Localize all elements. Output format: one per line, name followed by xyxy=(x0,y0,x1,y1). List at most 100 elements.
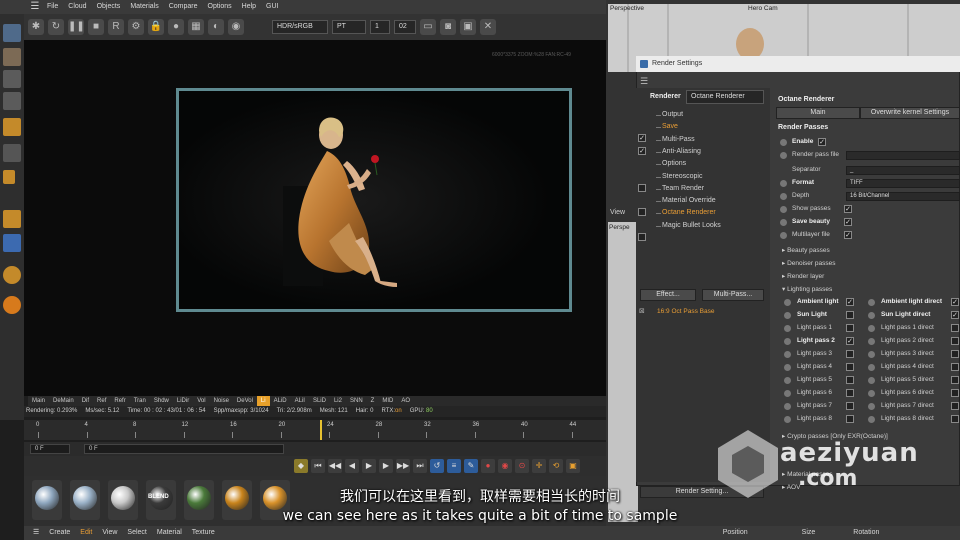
option-dot[interactable] xyxy=(780,219,787,226)
option-checkbox[interactable]: ✓ xyxy=(844,205,852,213)
prev-frame-icon[interactable]: ◀ xyxy=(345,459,359,473)
pass-dot[interactable] xyxy=(784,390,791,397)
tree-item[interactable]: Team Render xyxy=(662,185,704,192)
clay-icon[interactable]: ◉ xyxy=(228,19,244,35)
snap-tool-icon[interactable] xyxy=(3,234,21,252)
sphere-icon[interactable]: ● xyxy=(168,19,184,35)
pass-dot[interactable] xyxy=(868,377,875,384)
pass-dot[interactable] xyxy=(784,312,791,319)
pass-tab[interactable]: Shdw xyxy=(150,396,173,406)
axis-tool-icon[interactable] xyxy=(3,170,15,184)
next-frame-icon[interactable]: ▶ xyxy=(379,459,393,473)
save-image-icon[interactable]: ▭ xyxy=(420,19,436,35)
lighting-pass-direct-checkbox[interactable] xyxy=(951,350,959,358)
lighting-pass-checkbox[interactable]: ✓ xyxy=(846,337,854,345)
pass-tab[interactable]: Dif xyxy=(78,396,93,406)
pass-tab[interactable]: Noise xyxy=(210,396,233,406)
camera-icon[interactable]: ◙ xyxy=(440,19,456,35)
next-key-icon[interactable]: ▶▶ xyxy=(396,459,410,473)
render-settings-icon[interactable]: ✱ xyxy=(28,19,44,35)
pass-tab[interactable]: Refr xyxy=(110,396,129,406)
pass-tab[interactable]: Tran xyxy=(130,396,150,406)
tab-overwrite-kernel[interactable]: Overwrite kernel Settings xyxy=(860,107,960,119)
timeline-ruler[interactable]: 04812162024283236404448 xyxy=(24,420,636,440)
option-field[interactable] xyxy=(846,151,960,160)
lighting-pass-checkbox[interactable] xyxy=(846,363,854,371)
tree-checkbox[interactable] xyxy=(638,183,646,192)
pass-tab[interactable]: Z xyxy=(367,396,379,406)
lighting-pass-direct-checkbox[interactable] xyxy=(951,337,959,345)
pass-dot[interactable] xyxy=(868,312,875,319)
pass-dot[interactable] xyxy=(868,338,875,345)
tree-item[interactable]: Output xyxy=(662,111,683,118)
region-icon[interactable]: R xyxy=(108,19,124,35)
option-checkbox[interactable]: ✓ xyxy=(844,218,852,226)
lighting-pass-checkbox[interactable] xyxy=(846,376,854,384)
kernel-mode-select[interactable]: PT xyxy=(332,20,366,34)
pass-tab[interactable]: DeVol xyxy=(233,396,257,406)
tree-checkbox[interactable]: ✓ xyxy=(638,134,646,143)
tree-item[interactable]: Anti-Aliasing xyxy=(662,148,701,155)
option-checkbox[interactable]: ✓ xyxy=(818,138,826,146)
timeline-mode-icon[interactable]: ≡ xyxy=(447,459,461,473)
lighting-pass-direct-checkbox[interactable] xyxy=(951,363,959,371)
menu-view[interactable]: View xyxy=(97,526,122,540)
edit-tool-icon[interactable] xyxy=(3,70,21,88)
pass-dot[interactable] xyxy=(784,351,791,358)
lighting-pass-direct-checkbox[interactable] xyxy=(951,376,959,384)
record-active-icon[interactable]: ● xyxy=(481,459,495,473)
perspective-viewport-2[interactable]: Perspe xyxy=(608,222,638,522)
pass-dot[interactable] xyxy=(784,403,791,410)
scale-key-icon[interactable]: ▣ xyxy=(566,459,580,473)
menu-icon[interactable]: ☰ xyxy=(640,76,648,87)
lighting-pass-direct-checkbox[interactable]: ✓ xyxy=(951,298,959,306)
lock-icon[interactable]: 🔒 xyxy=(148,19,164,35)
tree-item[interactable]: Save xyxy=(662,123,678,130)
lighting-pass-checkbox[interactable] xyxy=(846,402,854,410)
tree-item[interactable]: Magic Bullet Looks xyxy=(662,222,721,229)
menu-gui[interactable]: GUI xyxy=(261,0,283,14)
collapsed-section[interactable]: ▸ Beauty passes xyxy=(782,246,830,254)
gear-icon[interactable]: ⚙ xyxy=(128,19,144,35)
tree-item[interactable]: Octane Renderer xyxy=(662,209,716,216)
move-key-icon[interactable]: ✛ xyxy=(532,459,546,473)
pass-tab[interactable]: DeMain xyxy=(49,396,78,406)
playhead[interactable] xyxy=(320,420,322,440)
magnet-tool-icon[interactable] xyxy=(3,266,21,284)
menu-options[interactable]: Options xyxy=(203,0,237,14)
color-space-select[interactable]: HDR/sRGB xyxy=(272,20,328,34)
lighting-pass-checkbox[interactable] xyxy=(846,311,854,319)
texture-tool-icon[interactable] xyxy=(3,144,21,162)
pass-dot[interactable] xyxy=(868,364,875,371)
effect-button[interactable]: Effect... xyxy=(640,289,696,301)
pass-tab[interactable]: MID xyxy=(378,396,397,406)
autokey-icon[interactable]: ◉ xyxy=(498,459,512,473)
lighting-pass-checkbox[interactable] xyxy=(846,415,854,423)
menu-objects[interactable]: Objects xyxy=(92,0,126,14)
pause-icon[interactable]: ❚❚ xyxy=(68,19,85,35)
tree-item[interactable]: Options xyxy=(662,160,686,167)
object-tool-icon[interactable] xyxy=(3,48,21,66)
lighting-pass-direct-checkbox[interactable] xyxy=(951,415,959,423)
tree-item[interactable]: Material Override xyxy=(662,197,716,204)
pass-dot[interactable] xyxy=(868,390,875,397)
menu-help[interactable]: Help xyxy=(237,0,261,14)
option-dot[interactable] xyxy=(780,232,787,239)
refresh-icon[interactable]: ↻ xyxy=(48,19,64,35)
record-icon[interactable]: ⊙ xyxy=(515,459,529,473)
layer-tool-icon[interactable] xyxy=(3,210,21,228)
menu-edit[interactable]: Edit xyxy=(75,526,97,540)
polygon-tool-icon[interactable] xyxy=(3,92,21,110)
go-to-end-icon[interactable]: ⏭ xyxy=(413,459,427,473)
tree-checkbox[interactable] xyxy=(638,208,646,217)
model-tool-icon[interactable] xyxy=(3,118,21,136)
pass-dot[interactable] xyxy=(784,299,791,306)
menu-icon[interactable]: ☰ xyxy=(28,0,42,14)
pass-dot[interactable] xyxy=(784,377,791,384)
material-icon[interactable]: ◐ xyxy=(208,19,224,35)
pass-tab[interactable]: Main xyxy=(28,396,49,406)
lighting-pass-direct-checkbox[interactable] xyxy=(951,389,959,397)
play-icon[interactable]: ▶ xyxy=(362,459,376,473)
rotate-key-icon[interactable]: ⟲ xyxy=(549,459,563,473)
menu-compare[interactable]: Compare xyxy=(164,0,203,14)
